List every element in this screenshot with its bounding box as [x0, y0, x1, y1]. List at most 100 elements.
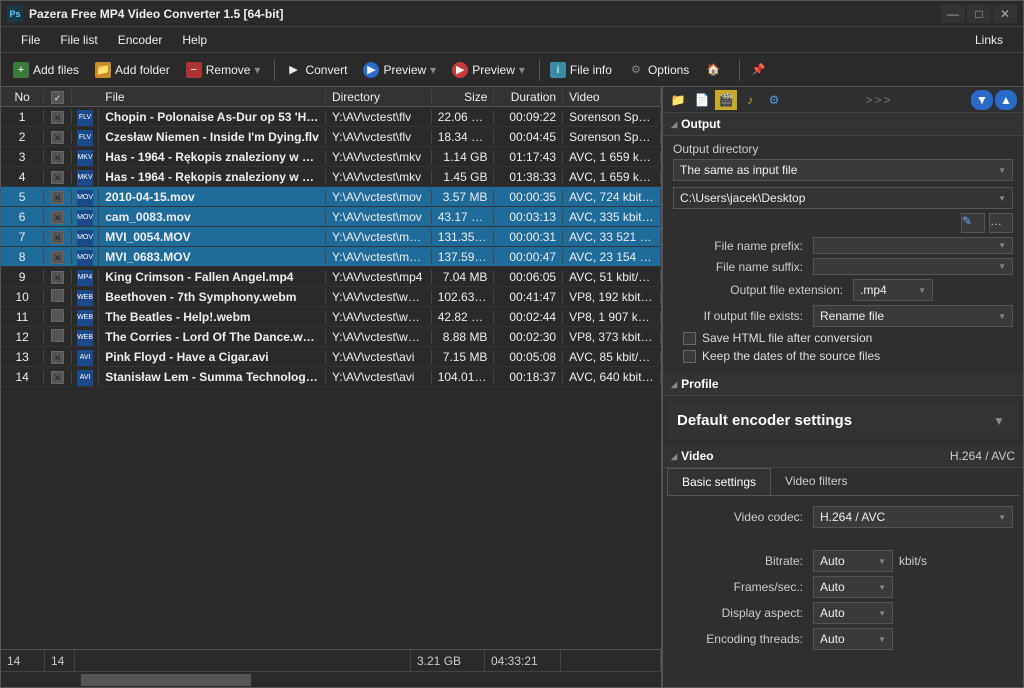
row-checkbox[interactable]: ✕ — [51, 211, 64, 224]
toolbar: +Add files 📁Add folder −Remove ▾ ▶Conver… — [1, 53, 1023, 87]
tab-audio-icon[interactable]: ♪ — [739, 90, 761, 110]
tab-settings-icon[interactable]: ⚙ — [763, 90, 785, 110]
table-row[interactable]: 12WEBThe Corries - Lord Of The Dance.web… — [1, 327, 661, 347]
row-checkbox[interactable] — [51, 309, 64, 322]
menu-encoder[interactable]: Encoder — [108, 29, 173, 51]
fps-dropdown[interactable]: Auto▼ — [813, 576, 893, 598]
row-checkbox[interactable]: ✕ — [51, 271, 64, 284]
table-row[interactable]: 13✕AVIPink Floyd - Have a Cigar.aviY:\AV… — [1, 347, 661, 367]
codec-dropdown[interactable]: H.264 / AVC▼ — [813, 506, 1013, 528]
options-button[interactable]: ⚙Options — [622, 59, 695, 81]
file-info-button[interactable]: iFile info — [544, 59, 618, 81]
menu-help[interactable]: Help — [172, 29, 217, 51]
home-button[interactable]: 🏠 — [699, 59, 731, 81]
save-html-checkbox[interactable]: Save HTML file after conversion — [683, 331, 1013, 345]
ext-label: Output file extension: — [673, 283, 853, 297]
exists-dropdown[interactable]: Rename file▼ — [813, 305, 1013, 327]
table-row[interactable]: 9✕MP4King Crimson - Fallen Angel.mp4Y:\A… — [1, 267, 661, 287]
play-red-icon: ▶ — [452, 62, 468, 78]
threads-label: Encoding threads: — [673, 632, 813, 646]
col-header-directory[interactable]: Directory — [326, 90, 432, 104]
titlebar: Ps Pazera Free MP4 Video Converter 1.5 [… — [1, 1, 1023, 27]
table-row[interactable]: 14✕AVIStanisław Lem - Summa Technologiae… — [1, 367, 661, 387]
row-checkbox[interactable]: ✕ — [51, 191, 64, 204]
row-checkbox[interactable]: ✕ — [51, 351, 64, 364]
output-section-header[interactable]: ◢Output — [663, 113, 1023, 136]
ext-dropdown[interactable]: .mp4▼ — [853, 279, 933, 301]
col-header-duration[interactable]: Duration — [494, 90, 563, 104]
menu-links[interactable]: Links — [965, 29, 1013, 51]
profile-selector[interactable]: Default encoder settings ▼ — [667, 402, 1019, 439]
scroll-up-icon[interactable]: ▲ — [995, 90, 1017, 110]
convert-button[interactable]: ▶Convert — [279, 59, 353, 81]
more-indicator: >>> — [787, 93, 971, 107]
add-folder-button[interactable]: 📁Add folder — [89, 59, 176, 81]
pin-icon: 📌 — [750, 62, 766, 78]
row-checkbox[interactable]: ✕ — [51, 231, 64, 244]
close-button[interactable]: ✕ — [993, 5, 1017, 23]
output-path-field[interactable]: C:\Users\jacek\Desktop▼ — [673, 187, 1013, 209]
menu-file[interactable]: File — [11, 29, 50, 51]
suffix-label: File name suffix: — [673, 260, 813, 274]
col-header-size[interactable]: Size — [432, 90, 495, 104]
video-section-header[interactable]: ◢VideoH.264 / AVC — [663, 445, 1023, 468]
app-logo-icon: Ps — [7, 6, 23, 22]
preview-button-1[interactable]: ▶Preview ▾ — [357, 59, 442, 81]
filetype-icon: MOV — [77, 190, 93, 206]
pin-button[interactable]: 📌 — [744, 59, 776, 81]
horizontal-scrollbar[interactable] — [1, 671, 661, 687]
keep-dates-checkbox[interactable]: Keep the dates of the source files — [683, 349, 1013, 363]
table-row[interactable]: 5✕MOV2010-04-15.movY:\AV\vctest\mov3.57 … — [1, 187, 661, 207]
remove-button[interactable]: −Remove ▾ — [180, 59, 267, 81]
row-checkbox[interactable]: ✕ — [51, 171, 64, 184]
table-row[interactable]: 6✕MOVcam_0083.movY:\AV\vctest\mov43.17 M… — [1, 207, 661, 227]
row-checkbox[interactable]: ✕ — [51, 251, 64, 264]
tab-video-filters[interactable]: Video filters — [771, 468, 861, 495]
tab-video-icon[interactable]: 🎬 — [715, 90, 737, 110]
table-row[interactable]: 8✕MOVMVI_0683.MOVY:\AV\vctest\mov\...137… — [1, 247, 661, 267]
status-duration: 04:33:21 — [485, 650, 561, 671]
table-row[interactable]: 3✕MKVHas - 1964 - Rękopis znaleziony w S… — [1, 147, 661, 167]
col-header-file[interactable]: File — [99, 90, 326, 104]
aspect-dropdown[interactable]: Auto▼ — [813, 602, 893, 624]
filetype-icon: MOV — [77, 210, 93, 226]
table-row[interactable]: 7✕MOVMVI_0054.MOVY:\AV\vctest\mov\...131… — [1, 227, 661, 247]
table-row[interactable]: 11WEBThe Beatles - Help!.webmY:\AV\vctes… — [1, 307, 661, 327]
menu-filelist[interactable]: File list — [50, 29, 107, 51]
row-checkbox[interactable]: ✕ — [51, 111, 64, 124]
col-header-no[interactable]: No — [1, 90, 44, 104]
maximize-button[interactable]: □ — [967, 5, 991, 23]
preview-button-2[interactable]: ▶Preview ▾ — [446, 59, 531, 81]
bitrate-unit: kbit/s — [899, 554, 927, 568]
row-checkbox[interactable] — [51, 329, 64, 342]
edit-path-button[interactable]: ✎ — [961, 213, 985, 233]
tab-output-icon[interactable]: 📁 — [667, 90, 689, 110]
col-header-check[interactable]: ✓ — [44, 90, 72, 104]
row-checkbox[interactable]: ✕ — [51, 371, 64, 384]
table-row[interactable]: 1✕FLVChopin - Polonaise As-Dur op 53 'He… — [1, 107, 661, 127]
profile-section-header[interactable]: ◢Profile — [663, 373, 1023, 396]
folder-icon: 📁 — [95, 62, 111, 78]
tab-basic-settings[interactable]: Basic settings — [667, 468, 771, 495]
row-checkbox[interactable]: ✕ — [51, 151, 64, 164]
minimize-button[interactable]: — — [941, 5, 965, 23]
prefix-field[interactable]: ▼ — [813, 237, 1013, 254]
threads-dropdown[interactable]: Auto▼ — [813, 628, 893, 650]
suffix-field[interactable]: ▼ — [813, 258, 1013, 275]
convert-icon: ▶ — [285, 62, 301, 78]
table-row[interactable]: 4✕MKVHas - 1964 - Rękopis znaleziony w S… — [1, 167, 661, 187]
browse-path-button[interactable]: … — [989, 213, 1013, 233]
right-toolbar: 📁 📄 🎬 ♪ ⚙ >>> ▼ ▲ — [663, 87, 1023, 113]
table-row[interactable]: 2✕FLVCzesław Niemen - Inside I'm Dying.f… — [1, 127, 661, 147]
col-header-video[interactable]: Video — [563, 90, 661, 104]
output-dir-label: Output directory — [673, 142, 1013, 156]
info-icon: i — [550, 62, 566, 78]
row-checkbox[interactable]: ✕ — [51, 131, 64, 144]
bitrate-dropdown[interactable]: Auto▼ — [813, 550, 893, 572]
table-row[interactable]: 10WEBBeethoven - 7th Symphony.webmY:\AV\… — [1, 287, 661, 307]
scroll-down-icon[interactable]: ▼ — [971, 90, 993, 110]
add-files-button[interactable]: +Add files — [7, 59, 85, 81]
output-dir-dropdown[interactable]: The same as input file▼ — [673, 159, 1013, 181]
tab-profile-icon[interactable]: 📄 — [691, 90, 713, 110]
row-checkbox[interactable] — [51, 289, 64, 302]
